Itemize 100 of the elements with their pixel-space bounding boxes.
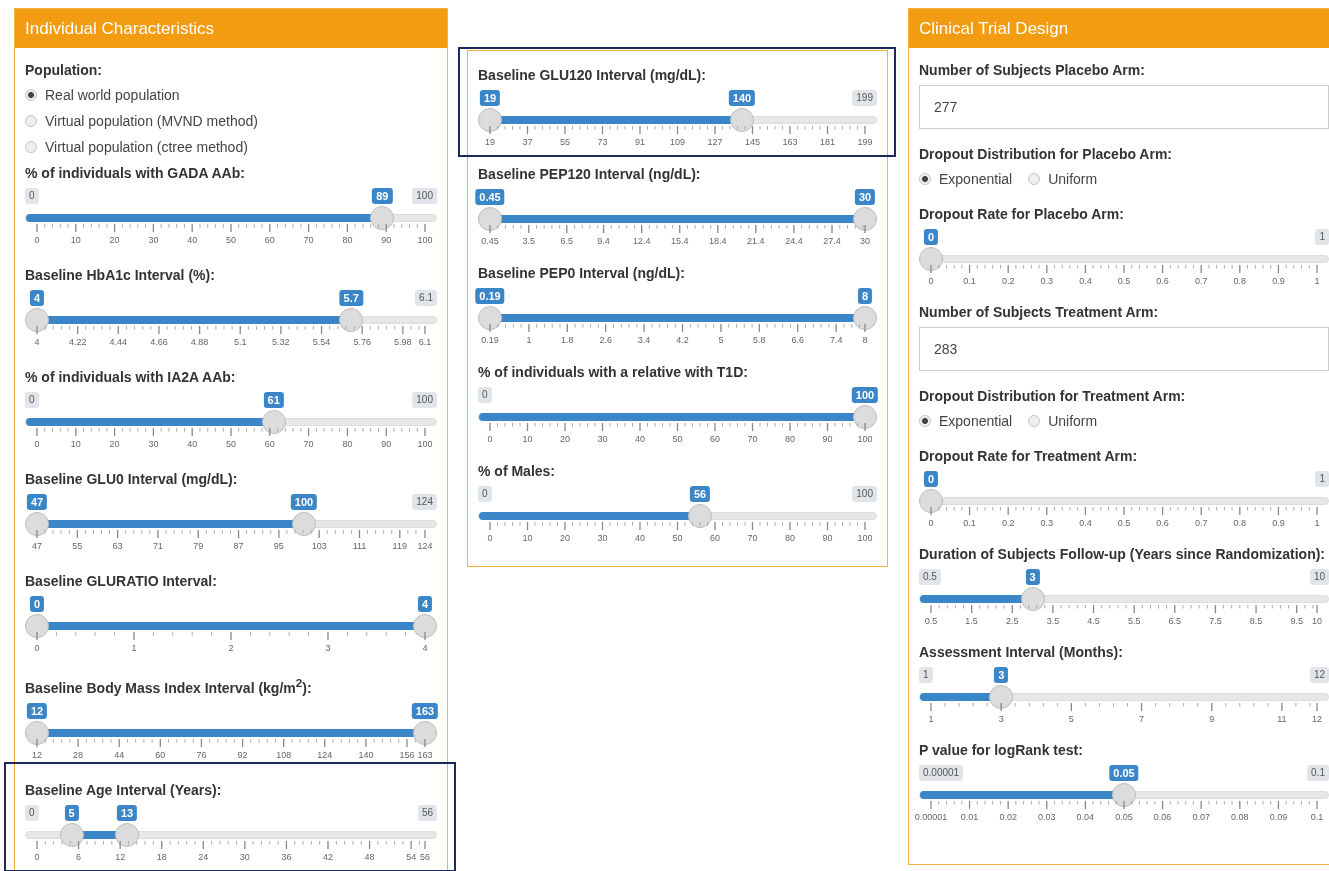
slider-handle[interactable] bbox=[478, 108, 502, 132]
number-field[interactable]: 283 bbox=[919, 327, 1329, 371]
tick-label: 0.1 bbox=[963, 517, 976, 529]
range-min-label: 0 bbox=[25, 392, 39, 408]
radio-button-icon[interactable] bbox=[919, 173, 931, 185]
slider-track[interactable] bbox=[478, 108, 877, 132]
slider-handle[interactable] bbox=[25, 512, 49, 536]
tick-label: 20 bbox=[109, 438, 120, 450]
slider-handle[interactable] bbox=[291, 512, 316, 536]
radio-button-icon[interactable] bbox=[919, 415, 931, 427]
slider-track[interactable] bbox=[478, 405, 877, 429]
field-label: Baseline PEP0 Interval (ng/dL): bbox=[478, 264, 686, 283]
radio-option[interactable]: Real world population bbox=[25, 82, 437, 108]
value-label: 5 bbox=[64, 804, 79, 821]
slider-track[interactable] bbox=[25, 206, 437, 230]
slider-handle[interactable] bbox=[59, 822, 84, 847]
slider-handle[interactable] bbox=[853, 306, 877, 330]
slider-track[interactable] bbox=[919, 685, 1329, 709]
tick-label: 181 bbox=[820, 136, 835, 148]
slider-track[interactable] bbox=[919, 783, 1329, 807]
tick-label: 90 bbox=[381, 438, 392, 450]
radio-option[interactable]: Exponential bbox=[919, 410, 1013, 432]
field-label: Baseline GLU0 Interval (mg/dL): bbox=[25, 470, 239, 489]
tick-label: 0.1 bbox=[1310, 811, 1324, 823]
slider-track[interactable] bbox=[919, 489, 1329, 513]
radio-button-icon[interactable] bbox=[25, 141, 37, 153]
slider-track[interactable] bbox=[919, 247, 1329, 271]
slider-handle[interactable] bbox=[413, 614, 437, 638]
slider-handle[interactable] bbox=[1112, 783, 1136, 807]
tick-label: 124 bbox=[417, 540, 433, 552]
tick-label: 15.4 bbox=[670, 235, 689, 247]
value-label: 0 bbox=[923, 229, 939, 245]
tick-label: 54 bbox=[406, 850, 417, 863]
slider-handle[interactable] bbox=[25, 720, 49, 745]
slider-track[interactable] bbox=[478, 306, 877, 330]
tick-label: 0 bbox=[34, 850, 40, 863]
slider-handle[interactable] bbox=[688, 504, 712, 528]
tick-label: 5 bbox=[1068, 713, 1074, 725]
value-label: 89 bbox=[372, 188, 393, 204]
slider-handle[interactable] bbox=[919, 489, 943, 513]
slider-track[interactable] bbox=[478, 504, 877, 528]
slider-handle[interactable] bbox=[989, 685, 1014, 709]
slider-track[interactable] bbox=[25, 308, 437, 332]
radio-button-icon[interactable] bbox=[25, 89, 37, 101]
slider-track[interactable] bbox=[478, 207, 877, 231]
tick-label: 8 bbox=[862, 334, 868, 346]
slider-track[interactable] bbox=[25, 720, 437, 745]
tick-label: 0.19 bbox=[481, 334, 499, 346]
slider-handle[interactable] bbox=[478, 306, 502, 330]
tick-label: 0.02 bbox=[999, 811, 1017, 823]
tick-label: 5.5 bbox=[1127, 615, 1141, 627]
tick-label: 24.4 bbox=[785, 235, 803, 247]
tick-label: 71 bbox=[152, 540, 163, 552]
value-label: 0 bbox=[923, 471, 939, 487]
radio-button-icon[interactable] bbox=[1028, 173, 1041, 185]
slider-track[interactable] bbox=[25, 822, 437, 847]
tick-label: 0.2 bbox=[1001, 275, 1015, 287]
tick-label: 119 bbox=[392, 540, 407, 552]
slider-handle[interactable] bbox=[25, 308, 49, 332]
tick-label: 87 bbox=[233, 540, 244, 552]
radio-button-icon[interactable] bbox=[1028, 415, 1041, 427]
slider-handle[interactable] bbox=[919, 247, 943, 271]
radio-option[interactable]: Exponential bbox=[919, 168, 1013, 190]
slider-handle[interactable] bbox=[1020, 587, 1045, 611]
radio-option[interactable]: Uniform bbox=[1028, 168, 1098, 190]
tick-label: 0.4 bbox=[1079, 275, 1092, 287]
tick-label: 48 bbox=[364, 850, 375, 863]
slider-handle[interactable] bbox=[853, 405, 877, 429]
tick-label: 4.5 bbox=[1087, 615, 1100, 627]
slider-handle[interactable] bbox=[370, 206, 395, 230]
tick-label: 0 bbox=[487, 433, 493, 445]
slider-handle[interactable] bbox=[853, 207, 877, 231]
tick-label: 127 bbox=[707, 136, 723, 148]
slider-handle[interactable] bbox=[413, 720, 437, 745]
tick-label: 11 bbox=[1277, 713, 1287, 725]
tick-label: 7.4 bbox=[829, 334, 843, 346]
slider-handle[interactable] bbox=[478, 207, 502, 231]
slider-track[interactable] bbox=[25, 614, 437, 638]
radio-button-icon[interactable] bbox=[25, 115, 37, 127]
number-field[interactable]: 277 bbox=[919, 85, 1329, 129]
slider-track[interactable] bbox=[919, 587, 1329, 611]
slider-handle[interactable] bbox=[261, 410, 286, 434]
tick-label: 0.01 bbox=[960, 811, 979, 823]
radio-option[interactable]: Uniform bbox=[1028, 410, 1098, 432]
slider-handle[interactable] bbox=[339, 308, 364, 332]
tick-label: 95 bbox=[273, 540, 284, 552]
tick-label: 80 bbox=[342, 438, 353, 450]
slider-handle[interactable] bbox=[115, 822, 139, 847]
field-label: % of individuals with a relative with T1D: bbox=[478, 363, 749, 382]
value-label: 3 bbox=[1025, 569, 1040, 585]
radio-option[interactable]: Virtual population (MVND method) bbox=[25, 108, 437, 134]
value-label: 140 bbox=[728, 90, 756, 106]
radio-option[interactable]: Virtual population (ctree method) bbox=[25, 134, 437, 160]
slider-track[interactable] bbox=[25, 410, 437, 434]
slider-handle[interactable] bbox=[25, 614, 49, 638]
tick-label: 0.2 bbox=[1001, 517, 1015, 529]
value-label: 13 bbox=[116, 804, 138, 821]
slider-track[interactable] bbox=[25, 512, 437, 536]
value-label: 163 bbox=[411, 702, 439, 719]
slider-handle[interactable] bbox=[730, 108, 754, 132]
